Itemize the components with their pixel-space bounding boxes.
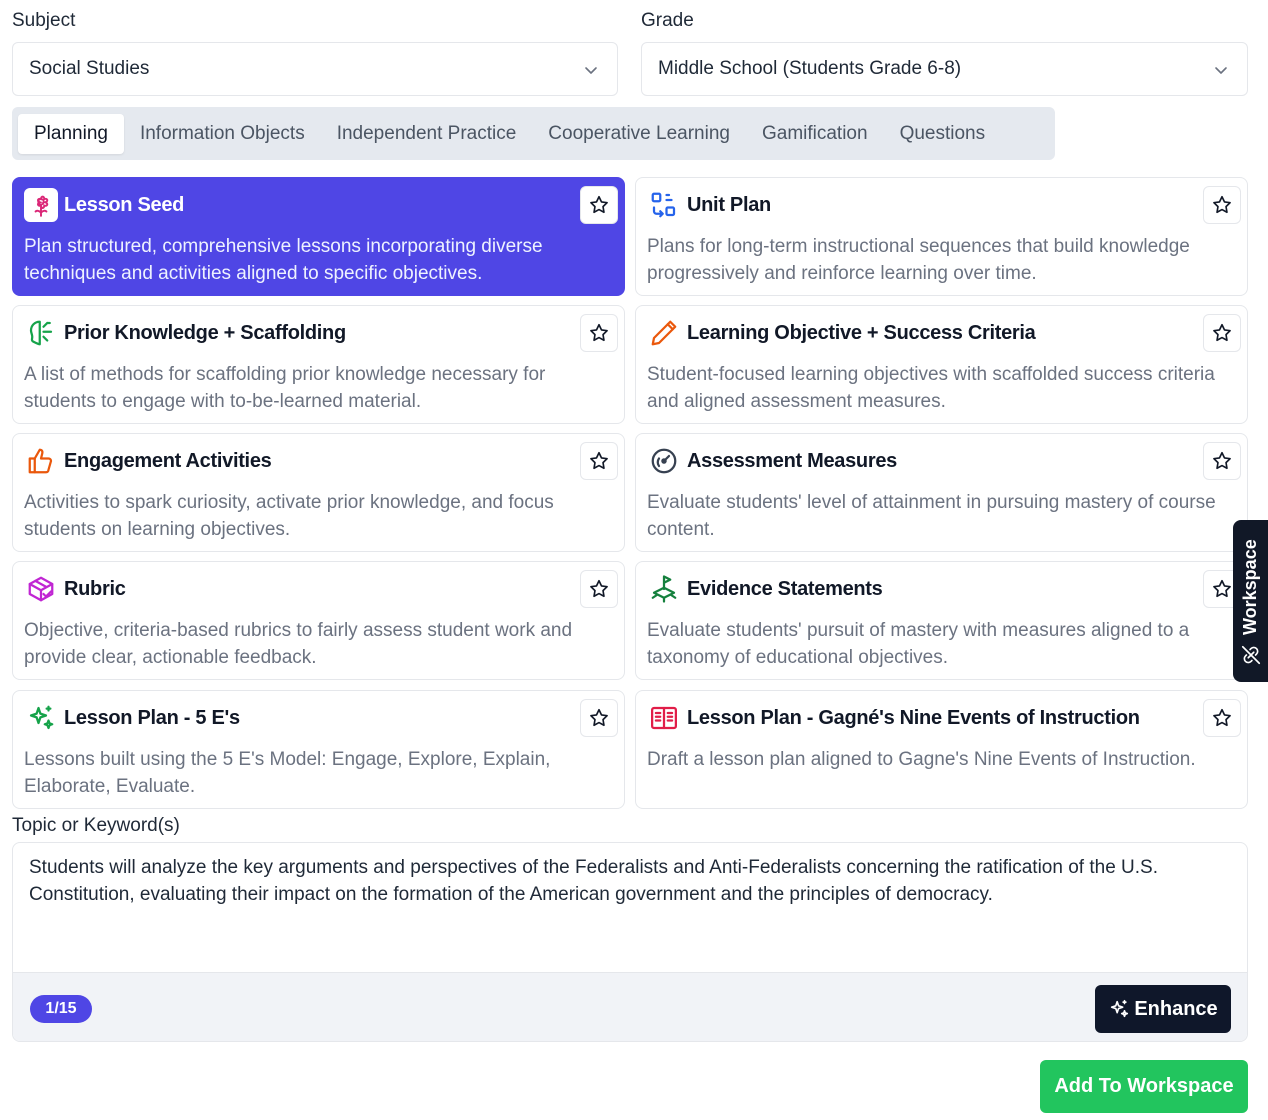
card-description: Objective, criteria-based rubrics to fai… — [24, 620, 573, 668]
favorite-button[interactable] — [580, 699, 618, 737]
unit-plan-icon — [647, 188, 681, 222]
chevron-down-icon — [1215, 67, 1227, 74]
subject-value: Social Studies — [29, 58, 150, 79]
favorite-button[interactable] — [580, 442, 618, 480]
sparkles-icon — [1111, 999, 1129, 1018]
card-rubric[interactable]: Rubric Objective, criteria-based rubrics… — [12, 561, 625, 680]
card-description: Activities to spark curiosity, activate … — [24, 492, 554, 540]
flower-icon — [24, 188, 58, 222]
card-engagement-activities[interactable]: Engagement Activities Activities to spar… — [12, 433, 625, 552]
category-tabs: Planning Information Objects Independent… — [12, 107, 1055, 160]
gauge-icon — [647, 444, 681, 478]
workspace-side-tab[interactable]: Workspace — [1233, 520, 1268, 682]
tab-gamification[interactable]: Gamification — [746, 114, 884, 154]
star-icon — [590, 579, 608, 598]
card-description: Evaluate students' pursuit of mastery wi… — [647, 620, 1190, 668]
card-title: Learning Objective + Success Criteria — [687, 321, 1036, 344]
subject-select[interactable]: Social Studies — [12, 42, 618, 96]
favorite-button[interactable] — [1203, 699, 1241, 737]
add-to-workspace-button[interactable]: Add To Workspace — [1040, 1060, 1248, 1113]
topic-text[interactable]: Students will analyze the key arguments … — [29, 854, 1229, 908]
thumbs-up-icon — [24, 444, 58, 478]
favorite-button[interactable] — [580, 570, 618, 608]
star-icon — [590, 323, 608, 342]
card-title: Lesson Plan - Gagné's Nine Events of Ins… — [687, 706, 1140, 729]
star-icon — [590, 451, 608, 470]
star-icon — [590, 195, 608, 214]
favorite-button[interactable] — [580, 186, 618, 224]
grade-select[interactable]: Middle School (Students Grade 6-8) — [641, 42, 1248, 96]
enhance-label: Enhance — [1134, 997, 1218, 1020]
brain-icon — [24, 316, 58, 350]
card-assessment-measures[interactable]: Assessment Measures Evaluate students' l… — [635, 433, 1248, 552]
card-title: Assessment Measures — [687, 449, 897, 472]
card-prior-knowledge[interactable]: Prior Knowledge + Scaffolding A list of … — [12, 305, 625, 424]
grade-value: Middle School (Students Grade 6-8) — [658, 58, 962, 79]
favorite-button[interactable] — [1203, 314, 1241, 352]
package-check-icon — [24, 572, 58, 606]
star-icon — [1213, 323, 1231, 342]
star-icon — [1213, 579, 1231, 598]
card-description: Student-focused learning objectives with… — [647, 364, 1215, 412]
tab-information-objects[interactable]: Information Objects — [124, 114, 321, 154]
card-title: Engagement Activities — [64, 449, 272, 472]
card-description: Draft a lesson plan aligned to Gagne's N… — [647, 749, 1196, 770]
pencil-icon — [647, 316, 681, 350]
card-description: Plans for long-term instructional sequen… — [647, 236, 1190, 284]
card-title: Rubric — [64, 577, 126, 600]
workspace-tab-label: Workspace — [1240, 539, 1260, 635]
card-lesson-plan-gagne[interactable]: Lesson Plan - Gagné's Nine Events of Ins… — [635, 690, 1248, 809]
card-description: Evaluate students' level of attainment i… — [647, 492, 1216, 540]
favorite-button[interactable] — [1203, 186, 1241, 224]
card-unit-plan[interactable]: Unit Plan Plans for long-term instructio… — [635, 177, 1248, 296]
card-title: Prior Knowledge + Scaffolding — [64, 321, 346, 344]
card-evidence-statements[interactable]: Evidence Statements Evaluate students' p… — [635, 561, 1248, 680]
favorite-button[interactable] — [1203, 442, 1241, 480]
card-lesson-plan-5e[interactable]: Lesson Plan - 5 E's Lessons built using … — [12, 690, 625, 809]
favorite-button[interactable] — [580, 314, 618, 352]
grade-label: Grade — [641, 10, 694, 31]
enhance-button[interactable]: Enhance — [1095, 985, 1231, 1033]
book-open-icon — [647, 701, 681, 735]
card-description: Plan structured, comprehensive lessons i… — [24, 236, 543, 284]
star-icon — [1213, 708, 1231, 727]
star-icon — [590, 708, 608, 727]
star-icon — [1213, 451, 1231, 470]
card-title: Unit Plan — [687, 193, 771, 216]
sparkles-icon — [24, 701, 58, 735]
counter-badge: 1/15 — [30, 995, 92, 1023]
card-learning-objective[interactable]: Learning Objective + Success Criteria St… — [635, 305, 1248, 424]
topic-label: Topic or Keyword(s) — [12, 815, 180, 836]
tab-independent-practice[interactable]: Independent Practice — [321, 114, 533, 154]
tab-cooperative-learning[interactable]: Cooperative Learning — [532, 114, 746, 154]
card-description: A list of methods for scaffolding prior … — [24, 364, 546, 412]
card-description: Lessons built using the 5 E's Model: Eng… — [24, 749, 551, 797]
unlink-icon — [1241, 645, 1261, 665]
card-title: Lesson Plan - 5 E's — [64, 706, 240, 729]
card-title: Evidence Statements — [687, 577, 883, 600]
subject-label: Subject — [12, 10, 76, 31]
card-title: Lesson Seed — [64, 193, 185, 216]
waypoints-icon — [647, 572, 681, 606]
tab-questions[interactable]: Questions — [884, 114, 1002, 154]
star-icon — [1213, 195, 1231, 214]
chevron-down-icon — [585, 67, 597, 74]
topic-footer: 1/15 Enhance — [13, 972, 1247, 1041]
topic-textarea[interactable]: Students will analyze the key arguments … — [12, 842, 1248, 1042]
tab-planning[interactable]: Planning — [18, 113, 124, 154]
card-lesson-seed[interactable]: Lesson Seed Plan structured, comprehensi… — [12, 177, 625, 296]
